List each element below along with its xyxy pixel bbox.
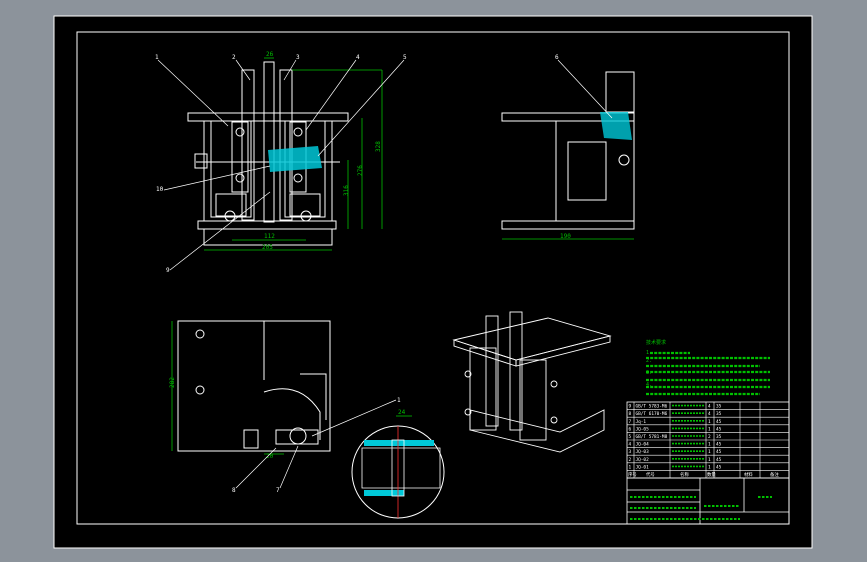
bom-header-cell: 序号 <box>628 471 637 478</box>
dim-height-mid: 276 <box>357 165 364 176</box>
bom-cell-code: GB/T 6170-M6 <box>636 411 668 417</box>
bom-header-cell: 备注 <box>770 471 779 478</box>
balloon-5: 5 <box>403 54 407 61</box>
cad-viewport: 26 328 276 316 112 205 1 2 3 4 5 10 9 19 <box>0 0 867 562</box>
bom-header-cell: 数量 <box>707 471 716 478</box>
balloon-10: 10 <box>156 186 164 193</box>
balloon-2: 2 <box>232 54 236 61</box>
bom-cell-no: 4 <box>629 442 632 448</box>
dim-height-total: 328 <box>375 141 382 152</box>
bom-cell-qty: 4 <box>708 404 711 410</box>
bom-cell-qty: 1 <box>708 449 711 455</box>
bom-cell-mat: 35 <box>716 411 722 417</box>
balloon-b1: 1 <box>397 397 401 404</box>
bom-cell-code: JQ-04 <box>636 442 650 448</box>
bom-cell-no: 1 <box>629 464 632 470</box>
dim-detail: 24 <box>398 409 406 416</box>
bom-cell-no: 8 <box>629 411 632 417</box>
balloon-6: 6 <box>555 54 559 61</box>
bom-cell-code: JQ-05 <box>636 426 650 432</box>
drawing-sheet <box>54 16 812 548</box>
bom-cell-qty: 1 <box>708 442 711 448</box>
balloon-b7: 7 <box>276 487 280 494</box>
balloon-b8: 8 <box>232 487 236 494</box>
side-section-hatch <box>600 112 632 140</box>
side-dim-base-width: 190 <box>560 233 571 240</box>
bom-header-cell: 名称 <box>680 471 689 478</box>
bom-cell-qty: 1 <box>708 457 711 463</box>
bom-cell-no: 5 <box>629 434 632 440</box>
dim-inner-width: 112 <box>264 233 275 240</box>
bom-cell-qty: 1 <box>708 419 711 425</box>
balloon-4: 4 <box>356 54 360 61</box>
bom-cell-mat: 45 <box>716 457 722 463</box>
bom-cell-qty: 4 <box>708 411 711 417</box>
bom-header-cell: 材料 <box>744 471 753 478</box>
bom-cell-code: Jq-1 <box>636 419 647 425</box>
bom-cell-mat: 45 <box>716 426 722 432</box>
bom-cell-mat: 35 <box>716 434 722 440</box>
bom-cell-code: GB/T 5783-M6 <box>636 404 668 410</box>
bom-cell-qty: 1 <box>708 464 711 470</box>
notes-title: 技术要求 <box>646 339 666 346</box>
dim-bottom-height: 282 <box>169 377 176 388</box>
bom-cell-code: GB/T 5781-M8 <box>636 434 668 440</box>
bom-cell-no: 3 <box>629 449 632 455</box>
bom-cell-qty: 2 <box>708 434 711 440</box>
bom-cell-no: 6 <box>629 426 632 432</box>
bom-header-cell: 代号 <box>646 471 655 478</box>
bom-cell-code: JQ-01 <box>636 464 650 470</box>
bom-cell-mat: 45 <box>716 449 722 455</box>
bom-cell-mat: 45 <box>716 419 722 425</box>
dim-height-low: 316 <box>343 185 350 196</box>
balloon-1: 1 <box>155 54 159 61</box>
bom-cell-no: 7 <box>629 419 632 425</box>
bom-cell-mat: 45 <box>716 442 722 448</box>
bom-cell-mat: 35 <box>716 404 722 410</box>
balloon-3: 3 <box>296 54 300 61</box>
front-section-hatch <box>268 146 322 172</box>
bom-cell-qty: 1 <box>708 426 711 432</box>
bom-cell-code: JQ-02 <box>636 457 650 463</box>
bom-cell-no: 2 <box>629 457 632 463</box>
bom-cell-mat: 45 <box>716 464 722 470</box>
bom-cell-no: 9 <box>629 404 632 410</box>
balloon-9: 9 <box>166 267 170 274</box>
dim-top-width: 26 <box>266 51 274 58</box>
drawing-canvas: 26 328 276 316 112 205 1 2 3 4 5 10 9 19 <box>53 15 813 549</box>
dim-base-width: 205 <box>262 244 273 251</box>
bom-cell-code: JQ-03 <box>636 449 650 455</box>
